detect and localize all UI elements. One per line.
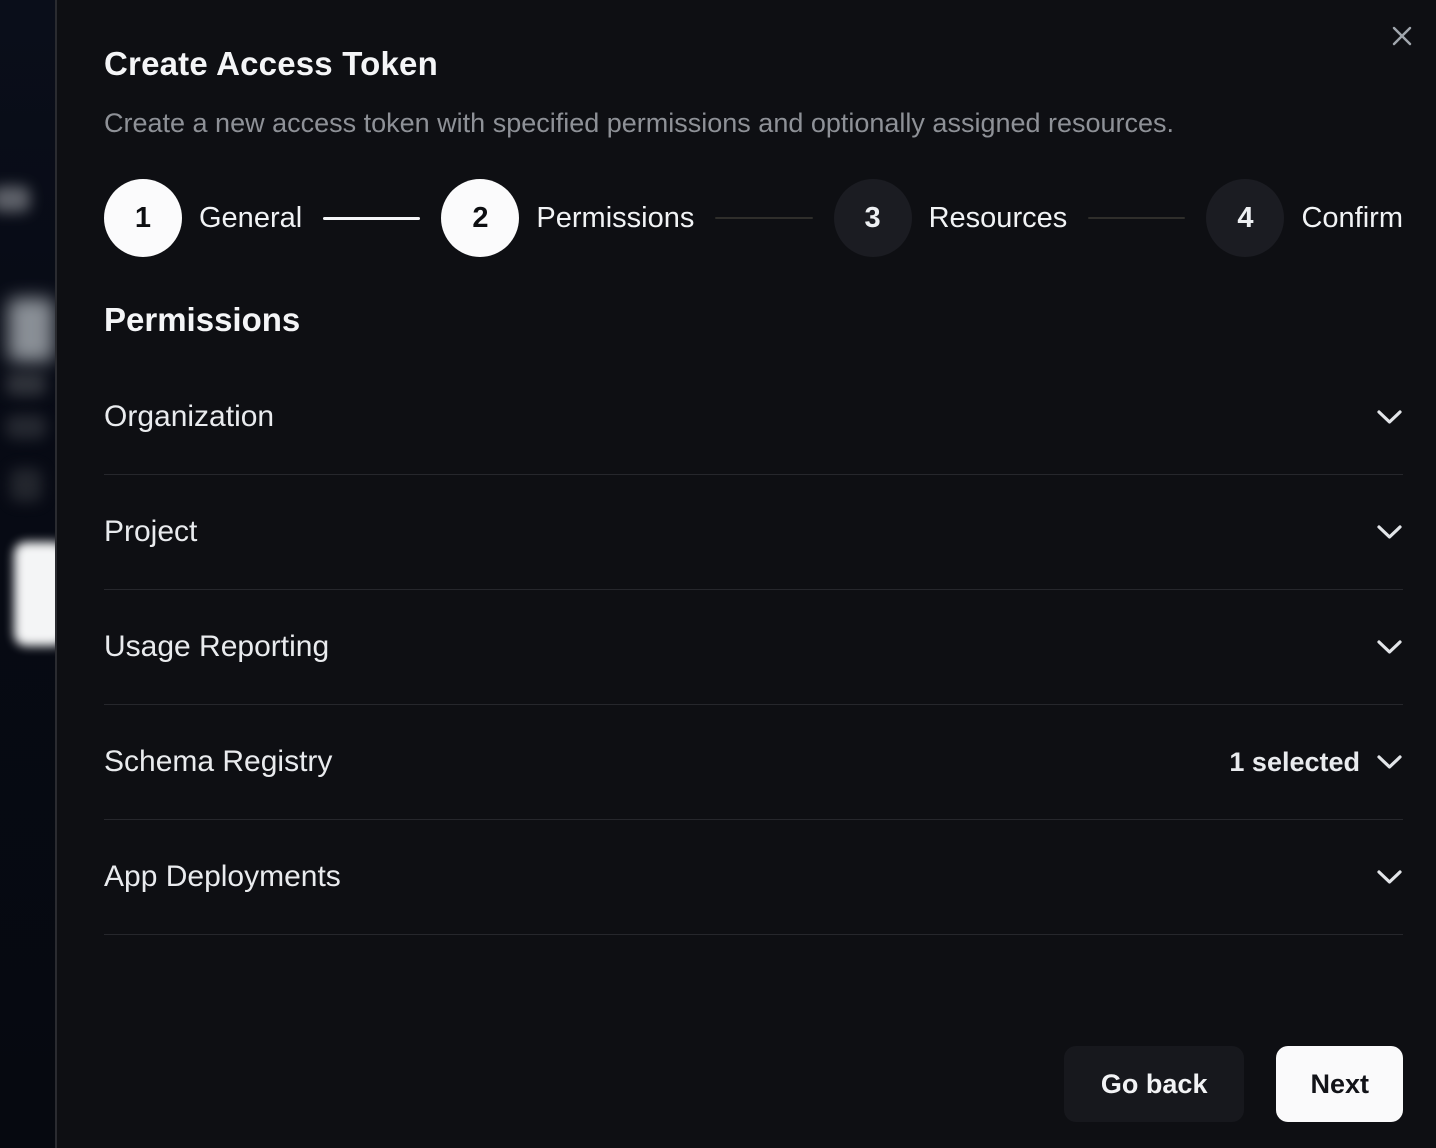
- section-label: Schema Registry: [104, 745, 332, 779]
- background-blur-blob: [6, 415, 46, 439]
- step-connector: [1088, 217, 1185, 219]
- wizard-stepper: 1 General 2 Permissions 3 Resources 4 Confirm: [104, 179, 1403, 257]
- step-confirm[interactable]: 4 Confirm: [1206, 179, 1403, 257]
- background-blur-blob: [14, 542, 55, 646]
- step-resources[interactable]: 3 Resources: [834, 179, 1068, 257]
- chevron-down-icon: [1376, 409, 1403, 426]
- dialog-footer: Go back Next: [1064, 1046, 1403, 1122]
- section-row-controls: 1 selected: [1229, 747, 1403, 778]
- section-label: App Deployments: [104, 860, 341, 894]
- x-icon: [1390, 24, 1414, 48]
- section-row-organization[interactable]: Organization: [104, 360, 1403, 475]
- section-row-controls: [1376, 639, 1403, 656]
- section-row-controls: [1376, 869, 1403, 886]
- modal-title: Create Access Token: [104, 45, 1403, 83]
- modal-subtitle: Create a new access token with specified…: [104, 108, 1403, 139]
- chevron-down-icon: [1376, 639, 1403, 656]
- permissions-heading: Permissions: [104, 301, 1403, 339]
- background-blur-blob: [8, 298, 54, 362]
- go-back-button[interactable]: Go back: [1064, 1046, 1245, 1122]
- step-label: General: [199, 202, 302, 235]
- step-label: Permissions: [536, 202, 694, 235]
- section-row-schema-registry[interactable]: Schema Registry 1 selected: [104, 705, 1403, 820]
- section-row-controls: [1376, 409, 1403, 426]
- section-row-app-deployments[interactable]: App Deployments: [104, 820, 1403, 935]
- chevron-down-icon: [1376, 869, 1403, 886]
- section-label: Organization: [104, 400, 274, 434]
- step-label: Confirm: [1301, 202, 1403, 235]
- background-blur-blob: [6, 372, 46, 396]
- step-number-badge: 1: [104, 179, 182, 257]
- step-label: Resources: [929, 202, 1068, 235]
- permission-sections: Organization Project Usage Reporting Schema…: [104, 360, 1403, 935]
- chevron-down-icon: [1376, 754, 1403, 771]
- section-row-project[interactable]: Project: [104, 475, 1403, 590]
- step-number-badge: 2: [441, 179, 519, 257]
- step-permissions[interactable]: 2 Permissions: [441, 179, 694, 257]
- create-access-token-dialog: Create Access Token Create a new access …: [55, 0, 1436, 1148]
- step-number-badge: 3: [834, 179, 912, 257]
- section-label: Usage Reporting: [104, 630, 329, 664]
- background-blur-blob: [10, 468, 42, 502]
- section-row-usage-reporting[interactable]: Usage Reporting: [104, 590, 1403, 705]
- section-label: Project: [104, 515, 197, 549]
- chevron-down-icon: [1376, 524, 1403, 541]
- step-number-badge: 4: [1206, 179, 1284, 257]
- section-row-controls: [1376, 524, 1403, 541]
- selected-count-badge: 1 selected: [1229, 747, 1360, 778]
- close-button[interactable]: [1386, 20, 1418, 52]
- step-general[interactable]: 1 General: [104, 179, 302, 257]
- step-connector: [323, 217, 420, 220]
- background-blur-blob: [0, 186, 30, 212]
- step-connector: [715, 217, 812, 219]
- background-page: [0, 0, 55, 1148]
- next-button[interactable]: Next: [1276, 1046, 1403, 1122]
